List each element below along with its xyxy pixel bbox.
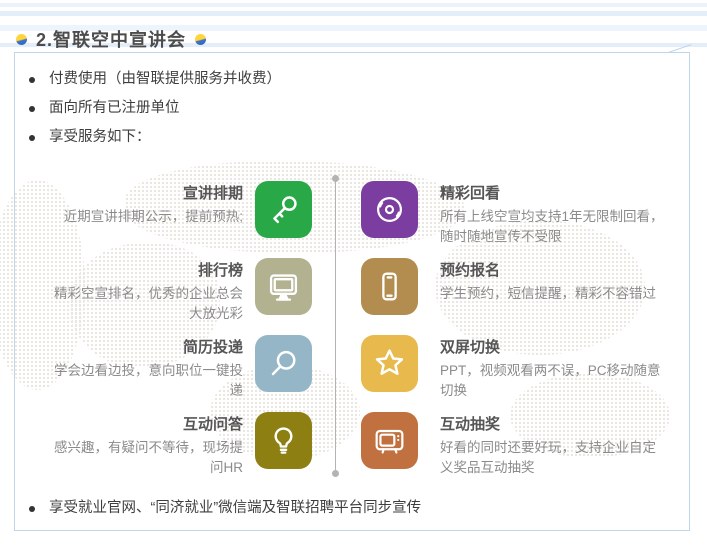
ruled-line	[0, 11, 707, 16]
feature-desc: 好看的同时还要好玩，支持企业自定义奖品互动抽奖	[440, 438, 666, 477]
footer-bullet-text: 享受就业官网、“同济就业”微信端及智联招聘平台同步宣传	[49, 501, 421, 516]
bullet-text: 付费使用（由智联提供服务并收费）	[49, 72, 281, 87]
feature-desc: 近期宣讲排期公示，提前预热;	[43, 207, 243, 227]
feature-schedule: 宣讲排期 近期宣讲排期公示，提前预热;	[42, 181, 312, 238]
key-bead-icon	[16, 34, 27, 45]
bullet-dot	[29, 135, 35, 141]
content-panel: 付费使用（由智联提供服务并收费） 面向所有已注册单位 享受服务如下：	[14, 52, 690, 531]
bullet-text: 面向所有已注册单位	[49, 101, 180, 116]
feature-signup: 预约报名 学生预约，短信提醒，精彩不容错过	[361, 258, 667, 315]
feature-title: 宣讲排期	[43, 182, 243, 203]
page-title: 2.智联空中宣讲会	[16, 26, 206, 52]
key-icon	[255, 181, 312, 238]
feature-desc: 感兴趣，有疑问不等待，现场提问HR	[43, 438, 243, 477]
feature-title: 排行榜	[43, 259, 243, 280]
feature-ranking: 排行榜 精彩空宣排名，优秀的企业总会大放光彩	[42, 258, 312, 315]
star-icon	[361, 335, 418, 392]
page-title-text: 2.智联空中宣讲会	[36, 26, 186, 52]
monitor-icon	[255, 258, 312, 315]
feature-desc: PPT，视频观看两不误，PC移动随意切换	[440, 361, 666, 400]
feature-dualscreen: 双屏切换 PPT，视频观看两不误，PC移动随意切换	[361, 335, 667, 392]
bullet-list: 付费使用（由智联提供服务并收费） 面向所有已注册单位 享受服务如下：	[29, 72, 281, 159]
feature-desc: 学会边看边投，意向职位一键投递	[43, 361, 243, 400]
feature-desc: 精彩空宣排名，优秀的企业总会大放光彩	[43, 284, 243, 323]
feature-replay: 精彩回看 所有上线空宣均支持1年无限制回看，随时随地宣传不受限	[361, 181, 667, 238]
key-bead-icon	[195, 34, 206, 45]
phone-icon	[361, 258, 418, 315]
lightbulb-icon	[255, 412, 312, 469]
feature-title: 互动抽奖	[440, 413, 666, 434]
bullet-item: 付费使用（由智联提供服务并收费）	[29, 72, 281, 87]
feature-qa: 互动问答 感兴趣，有疑问不等待，现场提问HR	[42, 412, 312, 469]
features-right-column: 精彩回看 所有上线空宣均支持1年无限制回看，随时随地宣传不受限 预约报名	[361, 181, 667, 469]
bullet-text: 享受服务如下：	[49, 130, 151, 145]
footer-bullet: 享受就业官网、“同济就业”微信端及智联招聘平台同步宣传	[29, 501, 421, 516]
features-section: 宣讲排期 近期宣讲排期公示，提前预热; 排行榜 精彩空宣排名，优秀的企业总会大放…	[15, 165, 690, 477]
bullet-item: 享受服务如下：	[29, 130, 281, 145]
features-left-column: 宣讲排期 近期宣讲排期公示，提前预热; 排行榜 精彩空宣排名，优秀的企业总会大放…	[42, 181, 312, 469]
feature-title: 精彩回看	[440, 182, 666, 203]
column-divider	[335, 179, 336, 473]
magnifier-icon	[255, 335, 312, 392]
bullet-dot	[29, 106, 35, 112]
bullet-dot	[29, 506, 35, 512]
bullet-item: 面向所有已注册单位	[29, 101, 281, 116]
feature-title: 简历投递	[43, 336, 243, 357]
feature-resume: 简历投递 学会边看边投，意向职位一键投递	[42, 335, 312, 392]
ruled-line	[0, 3, 707, 7]
feature-lottery: 互动抽奖 好看的同时还要好玩，支持企业自定义奖品互动抽奖	[361, 412, 667, 469]
feature-title: 预约报名	[440, 259, 666, 280]
cd-icon	[361, 181, 418, 238]
tv-icon	[361, 412, 418, 469]
feature-title: 互动问答	[43, 413, 243, 434]
bullet-dot	[29, 77, 35, 83]
feature-desc: 所有上线空宣均支持1年无限制回看，随时随地宣传不受限	[440, 207, 666, 246]
feature-desc: 学生预约，短信提醒，精彩不容错过	[440, 284, 666, 304]
page: 2.智联空中宣讲会 付费使用（由智联提供服务并收费） 面向所有已注册单位 享受服…	[0, 0, 707, 549]
feature-title: 双屏切换	[440, 336, 666, 357]
